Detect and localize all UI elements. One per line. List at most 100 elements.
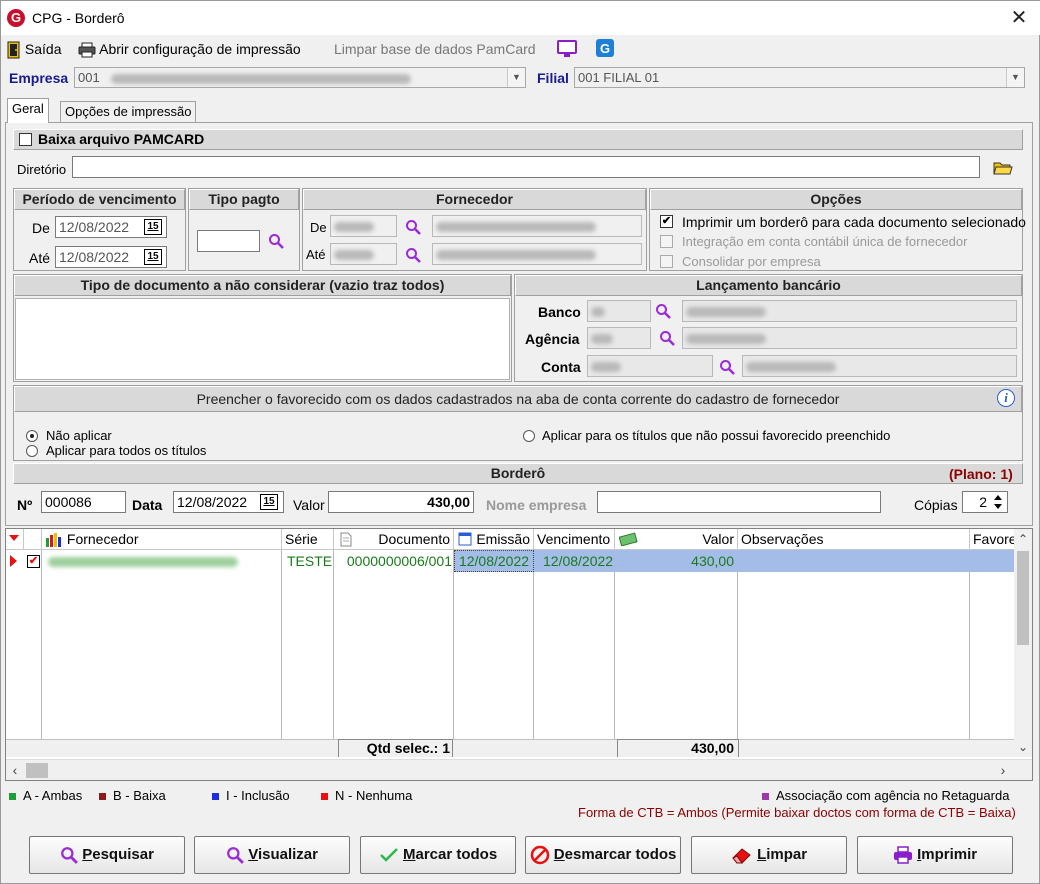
row-emissao[interactable]: 12/08/2022 [454,550,534,572]
desmarcar-label: esmarcar todos [564,846,677,863]
vertical-scrollbar[interactable]: ⌃ ⌄ [1014,529,1032,757]
column-documento-label: Documento [378,531,450,547]
tipo-documento-list[interactable] [15,298,510,380]
pamcard-checkbox[interactable] [19,133,32,146]
horizontal-scroll-thumb[interactable] [26,763,48,778]
legend-nenhuma-label: N - Nenhuma [335,788,413,803]
grid-footer [6,739,1014,757]
close-button[interactable]: ✕ [1005,5,1033,31]
limpar-button[interactable]: Limpar [691,836,847,874]
tab-geral[interactable]: Geral [7,98,49,123]
printer-icon [893,846,912,864]
tipo-pagto-input[interactable] [197,230,260,252]
column-observacoes[interactable]: Observações [738,529,970,550]
banco-label: Banco [538,304,581,320]
search-icon[interactable] [655,303,671,319]
column-divider [737,550,738,739]
folder-open-icon[interactable] [993,160,1013,176]
row-serie: TESTE [287,553,333,569]
search-icon[interactable] [719,359,735,375]
row-checkbox[interactable]: ✔ [27,555,40,568]
column-valor[interactable]: Valor [615,529,738,550]
visualizar-button[interactable]: Visualizar [194,836,350,874]
search-icon[interactable] [659,330,675,346]
filial-value: 001 FILIAL 01 [578,70,660,85]
radio-aplicar-sem-favorecido[interactable] [523,430,535,442]
spinner-updown-icon[interactable] [991,493,1005,511]
imprimir-button[interactable]: Imprimir [857,836,1013,874]
scroll-up-icon[interactable]: ⌃ [1014,529,1032,549]
radio-nao-aplicar[interactable] [26,430,38,442]
empresa-select[interactable]: 001 ▼ [74,67,526,88]
banco-code[interactable] [587,300,651,322]
fornecedor-to-label: Até [306,247,326,262]
conta-label: Conta [541,359,581,375]
radio-aplicar-todos[interactable] [26,445,38,457]
horizontal-scrollbar[interactable]: ‹ › [6,759,1032,780]
column-fornecedor-label: Fornecedor [66,531,139,547]
clear-pamcard-button[interactable]: Limpar base de dados PamCard [334,39,536,59]
legend-nenhuma-swatch [321,793,328,801]
agencia-label: Agência [525,331,580,347]
grid-indicator-header [6,529,24,550]
chevron-down-icon: ▼ [1006,68,1024,87]
legend-ambas: A - Ambas [9,788,82,803]
row-fornecedor [42,550,282,572]
agencia-code[interactable] [587,327,651,349]
filial-select[interactable]: 001 FILIAL 01 ▼ [574,67,1025,88]
table-row[interactable]: ✔ TESTE 0000000006/001 12/08/2022 12/08/… [6,550,1014,572]
bordero-numero-input[interactable]: 000086 [41,491,126,513]
document-icon [340,532,352,547]
calendar-icon[interactable]: 15 [144,249,162,265]
monitor-icon[interactable] [556,39,578,59]
opcao-consolidar-checkbox[interactable] [660,255,673,268]
fornecedor-from-code[interactable] [330,215,397,237]
vertical-scroll-thumb[interactable] [1017,551,1029,645]
footer-valor-total: 430,00 [617,739,739,757]
column-fornecedor[interactable]: Fornecedor [42,529,282,550]
directory-input[interactable] [72,156,980,178]
calendar-icon[interactable]: 15 [144,219,162,235]
column-vencimento[interactable]: Vencimento [534,529,615,550]
visualizar-label: isualizar [257,846,318,863]
scroll-right-icon[interactable]: › [994,760,1012,780]
desmarcar-todos-button[interactable]: Desmarcar todos [525,836,681,874]
exit-button[interactable]: Saída [7,39,61,59]
empresa-label: Empresa [9,70,69,86]
column-documento[interactable]: Documento [334,529,454,550]
bordero-valor-input[interactable]: 430,00 [328,491,474,513]
scroll-left-icon[interactable]: ‹ [6,760,24,780]
print-config-button[interactable]: Abrir configuração de impressão [78,39,301,59]
column-emissao-label: Emissão [476,531,530,547]
calendar-icon[interactable]: 15 [260,494,278,510]
scroll-down-icon[interactable]: ⌄ [1014,737,1032,757]
fornecedor-to-code[interactable] [330,243,397,265]
search-icon[interactable] [405,219,421,235]
column-divider [281,550,282,739]
legend-baixa: B - Baixa [99,788,166,803]
column-divider [533,550,534,739]
column-emissao[interactable]: Emissão [454,529,534,550]
grid-check-header[interactable] [24,529,42,550]
marcar-todos-button[interactable]: Marcar todos [360,836,516,874]
nome-empresa-input[interactable] [597,491,881,513]
search-icon[interactable] [405,247,421,263]
conta-code[interactable] [587,355,713,377]
tab-opcoes-impressao[interactable]: Opções de impressão [60,101,197,123]
info-icon[interactable]: i [997,389,1015,407]
opcao-integracao-checkbox[interactable] [660,235,673,248]
pesquisar-button[interactable]: Pesquisar [29,836,185,874]
copias-label: Cópias [914,497,958,513]
search-icon[interactable] [268,233,284,249]
column-serie[interactable]: Série [282,529,334,550]
row-pointer-icon [10,555,17,567]
svg-text:G: G [600,41,610,56]
g-logo-icon[interactable]: G [595,38,615,58]
opcao-bordero-por-documento-checkbox[interactable]: ✔ [660,215,673,228]
empresa-code: 001 [78,70,100,85]
column-favorecido[interactable]: Favore [970,529,1018,550]
column-divider [453,550,454,739]
conta-name [742,355,1017,377]
fornecedor-filter-title: Fornecedor [303,189,646,210]
column-divider [969,550,970,739]
